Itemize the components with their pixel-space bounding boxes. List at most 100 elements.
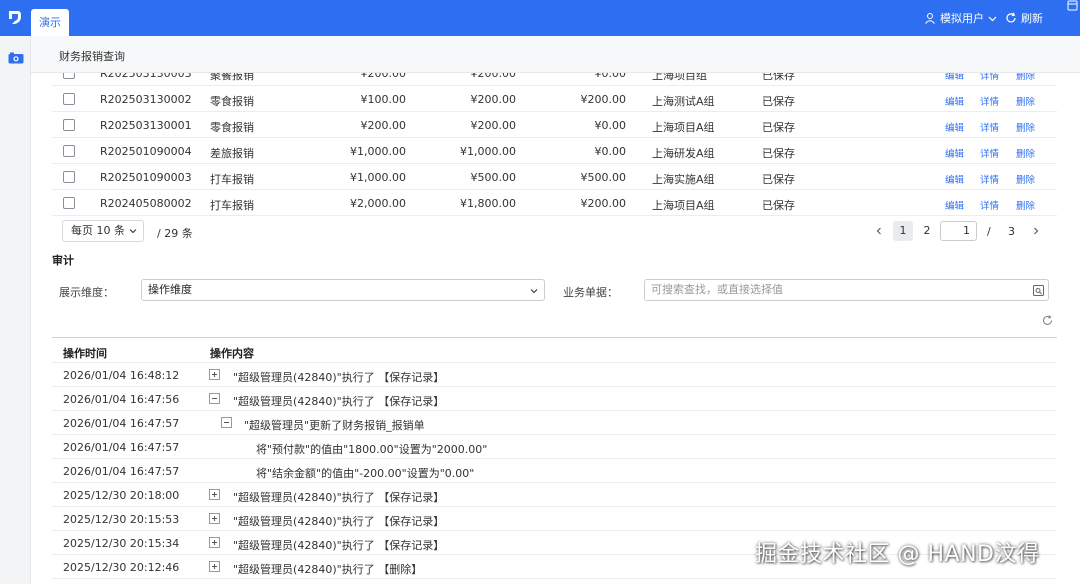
detail-link[interactable]: 详情	[980, 146, 999, 160]
page-jump-input[interactable]: 1	[940, 221, 977, 241]
dimension-select[interactable]: 操作维度	[141, 279, 545, 301]
audit-title: 审计	[52, 254, 74, 267]
delete-link[interactable]: 删除	[1016, 146, 1035, 160]
audit-time: 2025/12/30 20:12:46	[63, 561, 180, 574]
cell-amount: ¥1,000.00	[350, 145, 406, 158]
row-checkbox[interactable]	[63, 171, 75, 183]
row-checkbox[interactable]	[63, 93, 75, 105]
refresh-label: 刷新	[1021, 12, 1043, 25]
user-menu[interactable]: 模拟用户	[924, 10, 997, 26]
audit-time: 2026/01/04 16:47:57	[63, 441, 180, 454]
document-placeholder: 可搜索查找，或直接选择值	[651, 283, 783, 296]
table-row: R202503130001 零食报销 ¥200.00 ¥200.00 ¥0.00…	[52, 112, 1057, 138]
cell-dept: 上海项目A组	[652, 199, 715, 212]
table-row: R202405080002 打车报销 ¥2,000.00 ¥1,800.00 ¥…	[52, 190, 1057, 216]
audit-row: 2026/01/04 16:48:12 "超级管理员(42840)"执行了 【保…	[52, 363, 1057, 387]
detail-link[interactable]: 详情	[980, 198, 999, 212]
cell-type: 零食报销	[210, 95, 254, 108]
page-header: 财务报销查询	[31, 36, 1080, 73]
app-logo-icon	[9, 11, 21, 24]
expand-icon[interactable]	[209, 513, 220, 524]
detail-link[interactable]: 详情	[980, 94, 999, 108]
cell-dept: 上海实施A组	[652, 173, 715, 186]
cell-dept: 上海测试A组	[652, 95, 715, 108]
document-search-input[interactable]: 可搜索查找，或直接选择值	[644, 279, 1049, 301]
cell-prepaid: ¥500.00	[470, 171, 517, 184]
watermark: 掘金技术社区 @ HAND汶得	[755, 542, 1040, 567]
audit-row: 2026/01/04 16:47:56 "超级管理员(42840)"执行了 【保…	[52, 387, 1057, 411]
expand-icon[interactable]	[209, 489, 220, 500]
refresh-button[interactable]: 刷新	[1005, 10, 1043, 26]
cell-type: 打车报销	[210, 173, 254, 186]
row-checkbox[interactable]	[63, 119, 75, 131]
page-2-button[interactable]: 2	[920, 221, 934, 241]
row-checkbox[interactable]	[63, 197, 75, 209]
edit-link[interactable]: 编辑	[945, 172, 964, 186]
lookup-icon[interactable]	[1033, 285, 1044, 296]
detail-link[interactable]: 详情	[980, 120, 999, 134]
audit-row: 2026/01/04 16:47:57 "超级管理员"更新了财务报销_报销单	[52, 411, 1057, 435]
cell-no: R202503130002	[100, 93, 192, 106]
edit-link[interactable]: 编辑	[945, 146, 964, 160]
cell-type: 打车报销	[210, 199, 254, 212]
cell-status: 已保存	[762, 95, 795, 108]
document-label: 业务单据：	[563, 286, 618, 299]
audit-content: "超级管理员(42840)"执行了 【删除】	[233, 563, 423, 576]
cell-prepaid: ¥200.00	[470, 93, 517, 106]
audit-time: 2025/12/30 20:15:34	[63, 537, 180, 550]
audit-table-header: 操作时间 操作内容	[52, 337, 1057, 363]
delete-link[interactable]: 删除	[1016, 94, 1035, 108]
tab-demo[interactable]: 演示	[31, 9, 69, 36]
audit-content: "超级管理员(42840)"执行了 【保存记录】	[233, 371, 445, 384]
edit-link[interactable]: 编辑	[945, 94, 964, 108]
cell-status: 已保存	[762, 121, 795, 134]
chevron-left-icon[interactable]	[874, 225, 884, 237]
chevron-right-icon[interactable]	[1031, 225, 1041, 237]
audit-row: 2025/12/30 20:18:00 "超级管理员(42840)"执行了 【保…	[52, 483, 1057, 507]
cell-prepaid: ¥1,800.00	[460, 197, 516, 210]
audit-content: "超级管理员(42840)"执行了 【保存记录】	[233, 539, 445, 552]
cell-status: 已保存	[762, 173, 795, 186]
page-title: 财务报销查询	[59, 50, 125, 63]
audit-content: "超级管理员(42840)"执行了 【保存记录】	[233, 395, 445, 408]
cell-amount: ¥100.00	[360, 93, 407, 106]
delete-link[interactable]: 删除	[1016, 120, 1035, 134]
audit-time: 2025/12/30 20:15:53	[63, 513, 180, 526]
table-row: R202501090004 差旅报销 ¥1,000.00 ¥1,000.00 ¥…	[52, 138, 1057, 164]
camera-icon[interactable]	[8, 52, 24, 64]
expand-icon[interactable]	[209, 369, 220, 380]
cell-no: R202503130001	[100, 119, 192, 132]
expand-icon[interactable]	[209, 537, 220, 548]
chevron-down-icon	[530, 289, 538, 294]
cell-type: 零食报销	[210, 121, 254, 134]
page-1-button[interactable]: 1	[893, 221, 913, 241]
table-row: R202501090003 打车报销 ¥1,000.00 ¥500.00 ¥50…	[52, 164, 1057, 190]
delete-link[interactable]: 删除	[1016, 198, 1035, 212]
chevron-down-icon	[988, 16, 997, 21]
collapse-icon[interactable]	[221, 417, 232, 428]
audit-content: "超级管理员"更新了财务报销_报销单	[244, 419, 425, 432]
delete-link[interactable]: 删除	[1016, 172, 1035, 186]
collapse-icon[interactable]	[209, 393, 220, 404]
reload-icon[interactable]	[1042, 315, 1053, 326]
detail-link[interactable]: 详情	[980, 172, 999, 186]
page-size-value: 每页 10 条	[71, 224, 125, 237]
cell-amount: ¥1,000.00	[350, 171, 406, 184]
row-checkbox[interactable]	[63, 145, 75, 157]
expand-icon[interactable]	[209, 561, 220, 572]
edit-link[interactable]: 编辑	[945, 120, 964, 134]
dimension-label: 展示维度：	[59, 286, 114, 299]
left-rail	[0, 36, 31, 584]
audit-time: 2025/12/30 20:18:00	[63, 489, 180, 502]
cell-amount: ¥2,000.00	[350, 197, 406, 210]
audit-content: 将"结余金额"的值由"-200.00"设置为"0.00"	[256, 467, 475, 480]
edit-link[interactable]: 编辑	[945, 198, 964, 212]
page-size-select[interactable]: 每页 10 条	[62, 220, 144, 242]
audit-row: 2025/12/30 20:15:53 "超级管理员(42840)"执行了 【保…	[52, 507, 1057, 531]
total-count: / 29 条	[157, 227, 193, 240]
audit-time: 2026/01/04 16:47:56	[63, 393, 180, 406]
refresh-icon	[1006, 12, 1016, 23]
top-bar: 演示 模拟用户 刷新	[0, 0, 1080, 36]
window-icon[interactable]	[1066, 0, 1080, 14]
cell-prepaid: ¥1,000.00	[460, 145, 516, 158]
